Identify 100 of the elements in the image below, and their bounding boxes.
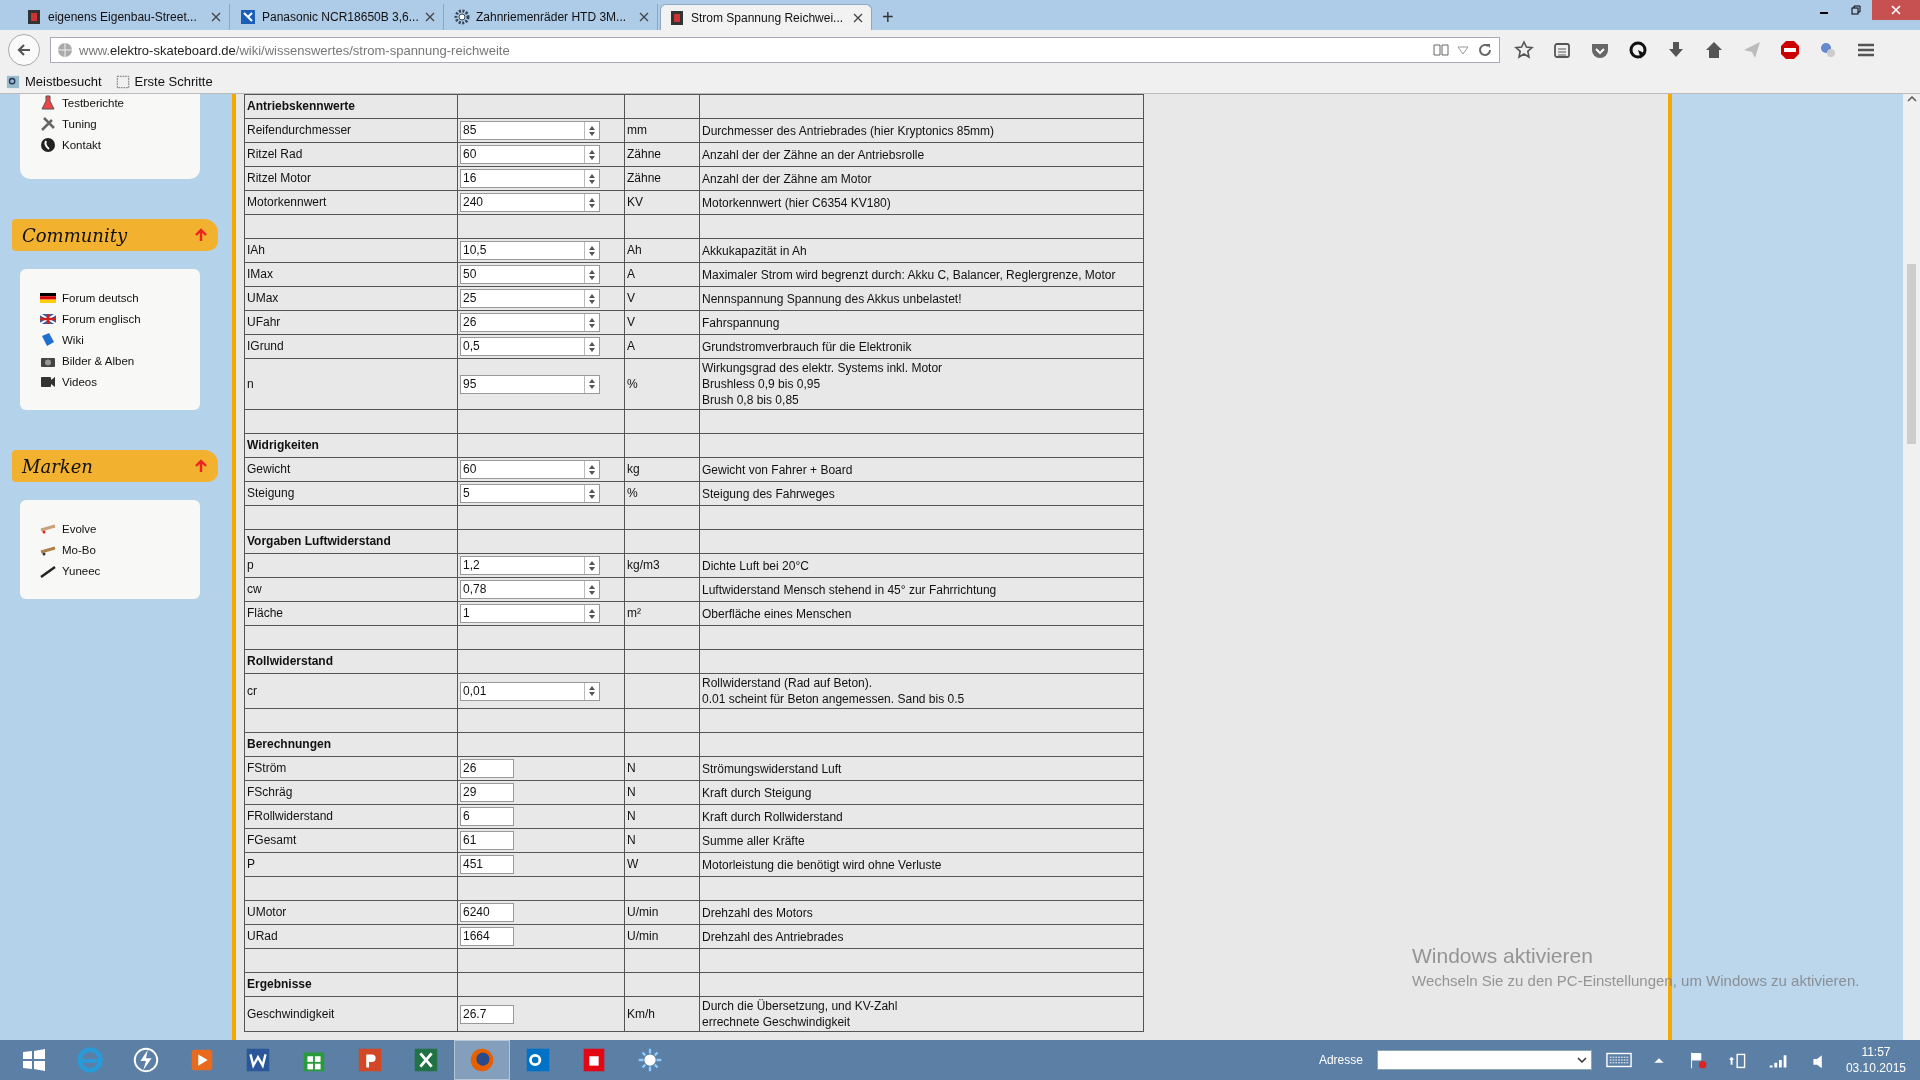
- tools-icon: [40, 115, 56, 132]
- number-spinner[interactable]: 26: [460, 313, 600, 332]
- bookmark-link[interactable]: Erste Schritte: [134, 74, 213, 89]
- number-spinner[interactable]: 5: [460, 484, 600, 503]
- spin-arrows-icon[interactable]: [588, 607, 596, 620]
- parameter-label: FRollwiderstand: [247, 809, 334, 823]
- new-tab-button[interactable]: +: [874, 4, 902, 30]
- star-icon[interactable]: [1514, 40, 1534, 60]
- unit-label: N: [627, 809, 636, 823]
- restore-icon[interactable]: [1851, 5, 1861, 15]
- description-text: Drehzahl des Antriebrades: [702, 928, 845, 945]
- sidebar-link[interactable]: Wiki: [62, 333, 84, 346]
- spin-arrows-icon[interactable]: [588, 244, 596, 257]
- section-heading: Berechnungen: [247, 737, 331, 751]
- spin-arrows-icon[interactable]: [588, 559, 596, 572]
- number-spinner[interactable]: 95: [460, 374, 600, 394]
- close-icon[interactable]: [425, 12, 435, 22]
- spin-arrows-icon[interactable]: [588, 378, 596, 390]
- spin-arrows-icon[interactable]: [588, 268, 596, 281]
- sidebar-link[interactable]: Yuneec: [62, 564, 101, 577]
- spin-arrows-icon[interactable]: [588, 487, 596, 500]
- close-icon[interactable]: [639, 12, 649, 22]
- result-field: 29: [460, 783, 514, 802]
- spin-arrows-icon[interactable]: [588, 685, 596, 697]
- bookmark-link[interactable]: Meistbesucht: [25, 74, 102, 89]
- description-text: Fahrspannung: [702, 314, 781, 331]
- sidebar-link[interactable]: Tuning: [62, 117, 97, 130]
- spin-arrows-icon[interactable]: [588, 583, 596, 596]
- spin-arrows-icon[interactable]: [588, 196, 596, 209]
- number-spinner[interactable]: 85: [460, 121, 600, 140]
- number-spinner[interactable]: 1: [460, 604, 600, 623]
- number-spinner[interactable]: 10,5: [460, 241, 600, 260]
- unit-label: W: [627, 857, 639, 871]
- parameter-label: Geschwindigkeit: [247, 1006, 335, 1021]
- address-bar[interactable]: www.elektro-skateboard.de/wiki/wissenswertes/strom-spannung-reichweite: [50, 37, 1500, 63]
- scroll-up-icon[interactable]: [1906, 94, 1917, 104]
- close-button[interactable]: [1872, 0, 1920, 20]
- unit-label: U/min: [627, 905, 659, 919]
- browser-tab[interactable]: Strom Spannung Reichwei...: [660, 4, 872, 30]
- lightning-icon[interactable]: [131, 1045, 161, 1075]
- number-spinner[interactable]: 60: [460, 145, 600, 164]
- sidebar-link[interactable]: Bilder & Alben: [62, 354, 135, 367]
- parameter-label: n: [247, 376, 254, 391]
- description-text: Anzahl der der Zähne an der Antriebsrolle: [702, 146, 926, 163]
- number-spinner[interactable]: 0,78: [460, 580, 600, 599]
- unit-label: m²: [627, 606, 641, 620]
- bookmark-icon: [6, 74, 20, 89]
- parameter-label: p: [247, 558, 254, 572]
- address-label: Adresse: [1318, 1053, 1363, 1067]
- list-icon[interactable]: [1552, 40, 1572, 60]
- sidebar-link[interactable]: Evolve: [62, 522, 97, 535]
- number-spinner[interactable]: 1,2: [460, 556, 600, 575]
- sidebar-link[interactable]: Forum englisch: [62, 312, 141, 325]
- spin-arrows-icon[interactable]: [588, 463, 596, 476]
- windows-start-icon[interactable]: [21, 1047, 47, 1073]
- spin-arrows-icon[interactable]: [588, 124, 596, 137]
- parameter-label: FStröm: [247, 761, 287, 775]
- spin-arrows-icon[interactable]: [588, 316, 596, 329]
- unit-label: Zähne: [627, 171, 662, 185]
- unit-label: Km/h: [627, 1006, 655, 1021]
- address-field[interactable]: [1376, 1050, 1592, 1070]
- number-spinner[interactable]: 16: [460, 169, 600, 188]
- number-spinner[interactable]: 25: [460, 289, 600, 308]
- number-spinner[interactable]: 60: [460, 460, 600, 479]
- unit-label: V: [627, 291, 635, 305]
- adblock-icon[interactable]: [1780, 40, 1800, 60]
- sidebar-link[interactable]: Videos: [62, 375, 97, 388]
- clock[interactable]: 11:57 03.10.2015: [1845, 1044, 1906, 1076]
- description-text: Drehzahl des Motors: [702, 904, 814, 921]
- sidebar-link[interactable]: Testberichte: [62, 96, 124, 109]
- back-arrow-icon[interactable]: [16, 42, 32, 58]
- section-title: Marken: [22, 455, 94, 477]
- number-spinner[interactable]: 240: [460, 193, 600, 212]
- sidebar-link[interactable]: Mo-Bo: [62, 543, 96, 556]
- sidebar-link[interactable]: Kontakt: [62, 138, 101, 151]
- chevron-down-icon[interactable]: [1576, 1055, 1587, 1065]
- spin-arrows-icon[interactable]: [588, 148, 596, 161]
- spin-arrows-icon[interactable]: [588, 340, 596, 353]
- parameter-label: cr: [247, 683, 257, 698]
- cursor-icon[interactable]: [1628, 40, 1648, 60]
- page-icon: [669, 9, 685, 26]
- scrollbar-thumb[interactable]: [1907, 264, 1916, 444]
- close-icon[interactable]: [211, 12, 221, 22]
- parameter-label: Ritzel Rad: [247, 147, 303, 161]
- number-spinner[interactable]: 50: [460, 265, 600, 284]
- number-spinner[interactable]: 0,01: [460, 681, 600, 701]
- spin-arrows-icon[interactable]: [588, 292, 596, 305]
- parameter-label: Gewicht: [247, 462, 291, 476]
- sidebar-link[interactable]: Forum deutsch: [62, 291, 139, 304]
- section-heading: Rollwiderstand: [247, 654, 333, 668]
- globe-icon: [57, 42, 73, 58]
- spin-arrows-icon[interactable]: [588, 172, 596, 185]
- taskbar-app[interactable]: [454, 1040, 510, 1080]
- reader-view-icon: [1433, 42, 1449, 58]
- home-icon[interactable]: [1704, 40, 1724, 60]
- page-icon: [26, 9, 42, 25]
- back-button[interactable]: [8, 34, 40, 66]
- close-icon[interactable]: [853, 12, 863, 23]
- number-spinner[interactable]: 0,5: [460, 337, 600, 356]
- scrollbar[interactable]: [1903, 94, 1920, 1040]
